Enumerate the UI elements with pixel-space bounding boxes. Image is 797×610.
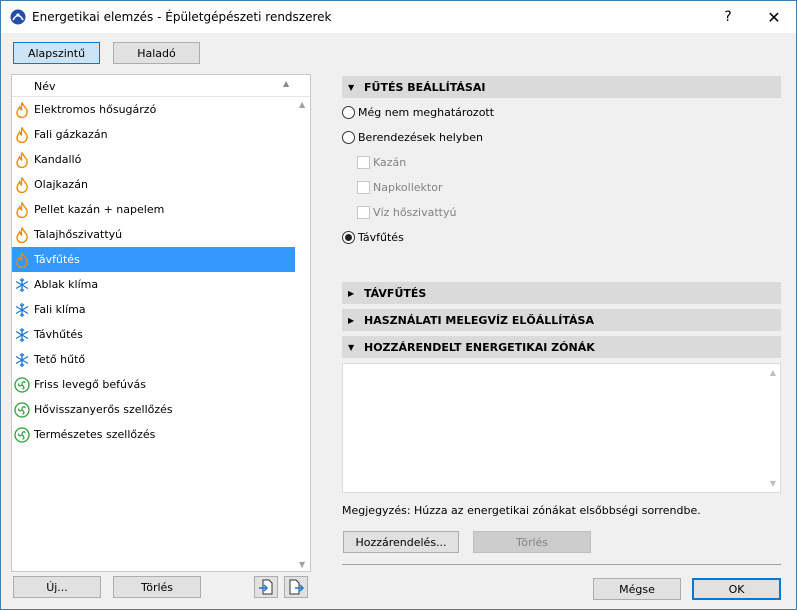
list-item[interactable]: Tető hűtő [12,347,295,372]
list-item[interactable]: Olajkazán [12,172,295,197]
list-item-label: Fali gázkazán [34,128,108,141]
list-item[interactable]: Távfűtés [12,247,295,272]
hot-water-header[interactable]: ▶ HASZNÁLATI MELEGVÍZ ELŐÁLLÍTÁSA [342,309,781,331]
zones-header[interactable]: ▼ HOZZÁRENDELT ENERGETIKAI ZÓNÁK [342,336,781,358]
list-item[interactable]: Távhűtés [12,322,295,347]
list-item-label: Fali klíma [34,303,86,316]
list-item[interactable]: Ablak klíma [12,272,295,297]
zones-note: Megjegyzés: Húzza az energetikai zónákat… [342,504,701,517]
list-item-label: Tető hűtő [34,353,86,366]
list-item[interactable]: Fali klíma [12,297,295,322]
flame-icon [14,226,30,243]
radio-onsite[interactable]: Berendezések helyben [342,131,483,144]
flame-icon [14,151,30,168]
basic-mode-button[interactable]: Alapszintű [13,42,100,64]
sort-ascending-icon: ▲ [283,79,290,88]
list-item[interactable]: Természetes szellőzés [12,422,295,447]
list-item[interactable]: Fali gázkazán [12,122,295,147]
list-item-label: Távfűtés [34,253,80,266]
list-item-label: Elektromos hősugárzó [34,103,157,116]
title-bar: Energetikai elemzés - Épületgépészeti re… [1,1,796,33]
list-item-label: Természetes szellőzés [34,428,156,441]
system-list: Név ▲ Elektromos hősugárzó Fali gázkazán K… [11,74,311,572]
flame-icon [14,251,30,268]
radio-button[interactable] [342,106,355,119]
scroll-down-icon[interactable]: ▼ [299,560,305,569]
snowflake-icon [14,352,30,368]
import-icon [259,579,273,595]
checkbox-boiler[interactable]: Kazán [357,156,406,169]
list-header[interactable]: Név ▲ [12,75,310,97]
flame-icon [14,176,30,193]
name-column-header: Név [34,80,56,93]
new-button[interactable]: Új... [13,576,101,598]
radio-district[interactable]: Távfűtés [342,231,404,244]
flame-icon [14,101,30,118]
checkbox[interactable] [357,206,370,219]
assign-zone-button[interactable]: Hozzárendelés... [343,531,459,553]
cancel-button[interactable]: Mégse [593,578,681,600]
export-icon [289,579,304,595]
radio-button[interactable] [342,131,355,144]
district-heating-header[interactable]: ▶ TÁVFŰTÉS [342,282,781,304]
scroll-up-icon[interactable]: ▲ [770,368,776,377]
window-title: Energetikai elemzés - Épületgépészeti re… [32,10,332,24]
flame-icon [14,201,30,218]
separator [342,564,781,565]
dialog-window: Energetikai elemzés - Épületgépészeti re… [0,0,797,610]
import-button[interactable] [254,576,278,598]
checkbox[interactable] [357,156,370,169]
list-item[interactable]: Hővisszanyerős szellőzés [12,397,295,422]
fan-icon [14,376,30,393]
delete-zone-button[interactable]: Törlés [473,531,591,553]
caret-right-icon: ▶ [348,315,355,325]
ok-button[interactable]: OK [692,578,781,600]
radio-undefined[interactable]: Még nem meghatározott [342,106,494,119]
list-item[interactable]: Elektromos hősugárzó [12,97,295,122]
list-item-label: Friss levegő befúvás [34,378,146,391]
export-button[interactable] [284,576,308,598]
scroll-down-icon[interactable]: ▼ [770,479,776,488]
help-button[interactable]: ? [706,1,750,33]
close-button[interactable]: ✕ [752,1,796,33]
zones-list[interactable]: ▲ ▼ [342,363,781,493]
checkbox[interactable] [357,181,370,194]
fan-icon [14,401,30,418]
caret-right-icon: ▶ [348,288,355,298]
snowflake-icon [14,277,30,293]
list-item[interactable]: Talajhőszivattyú [12,222,295,247]
settings-panel: ▼ FŰTÉS BEÁLLÍTÁSAI Még nem meghatározot… [326,74,796,602]
app-logo-icon [10,9,26,25]
list-item-label: Távhűtés [34,328,83,341]
list-item-label: Olajkazán [34,178,88,191]
radio-button-checked[interactable] [342,231,355,244]
list-scrollbar[interactable]: ▲ ▼ [296,98,310,571]
list-item-label: Talajhőszivattyú [34,228,123,241]
list-item[interactable]: Pellet kazán + napelem [12,197,295,222]
list-item-label: Ablak klíma [34,278,99,291]
list-item-label: Hővisszanyerős szellőzés [34,403,173,416]
checkbox-solar[interactable]: Napkollektor [357,181,442,194]
delete-system-button[interactable]: Törlés [113,576,201,598]
flame-icon [14,126,30,143]
fan-icon [14,426,30,443]
list-item[interactable]: Kandalló [12,147,295,172]
snowflake-icon [14,302,30,318]
list-item-label: Kandalló [34,153,82,166]
snowflake-icon [14,327,30,343]
caret-down-icon: ▼ [348,342,355,352]
checkbox-heatpump[interactable]: Víz hőszivattyú [357,206,456,219]
list-item-label: Pellet kazán + napelem [34,203,165,216]
caret-down-icon: ▼ [348,82,355,92]
advanced-mode-button[interactable]: Haladó [113,42,200,64]
heating-settings-header[interactable]: ▼ FŰTÉS BEÁLLÍTÁSAI [342,76,781,98]
scroll-up-icon[interactable]: ▲ [299,100,305,109]
list-item[interactable]: Friss levegő befúvás [12,372,295,397]
